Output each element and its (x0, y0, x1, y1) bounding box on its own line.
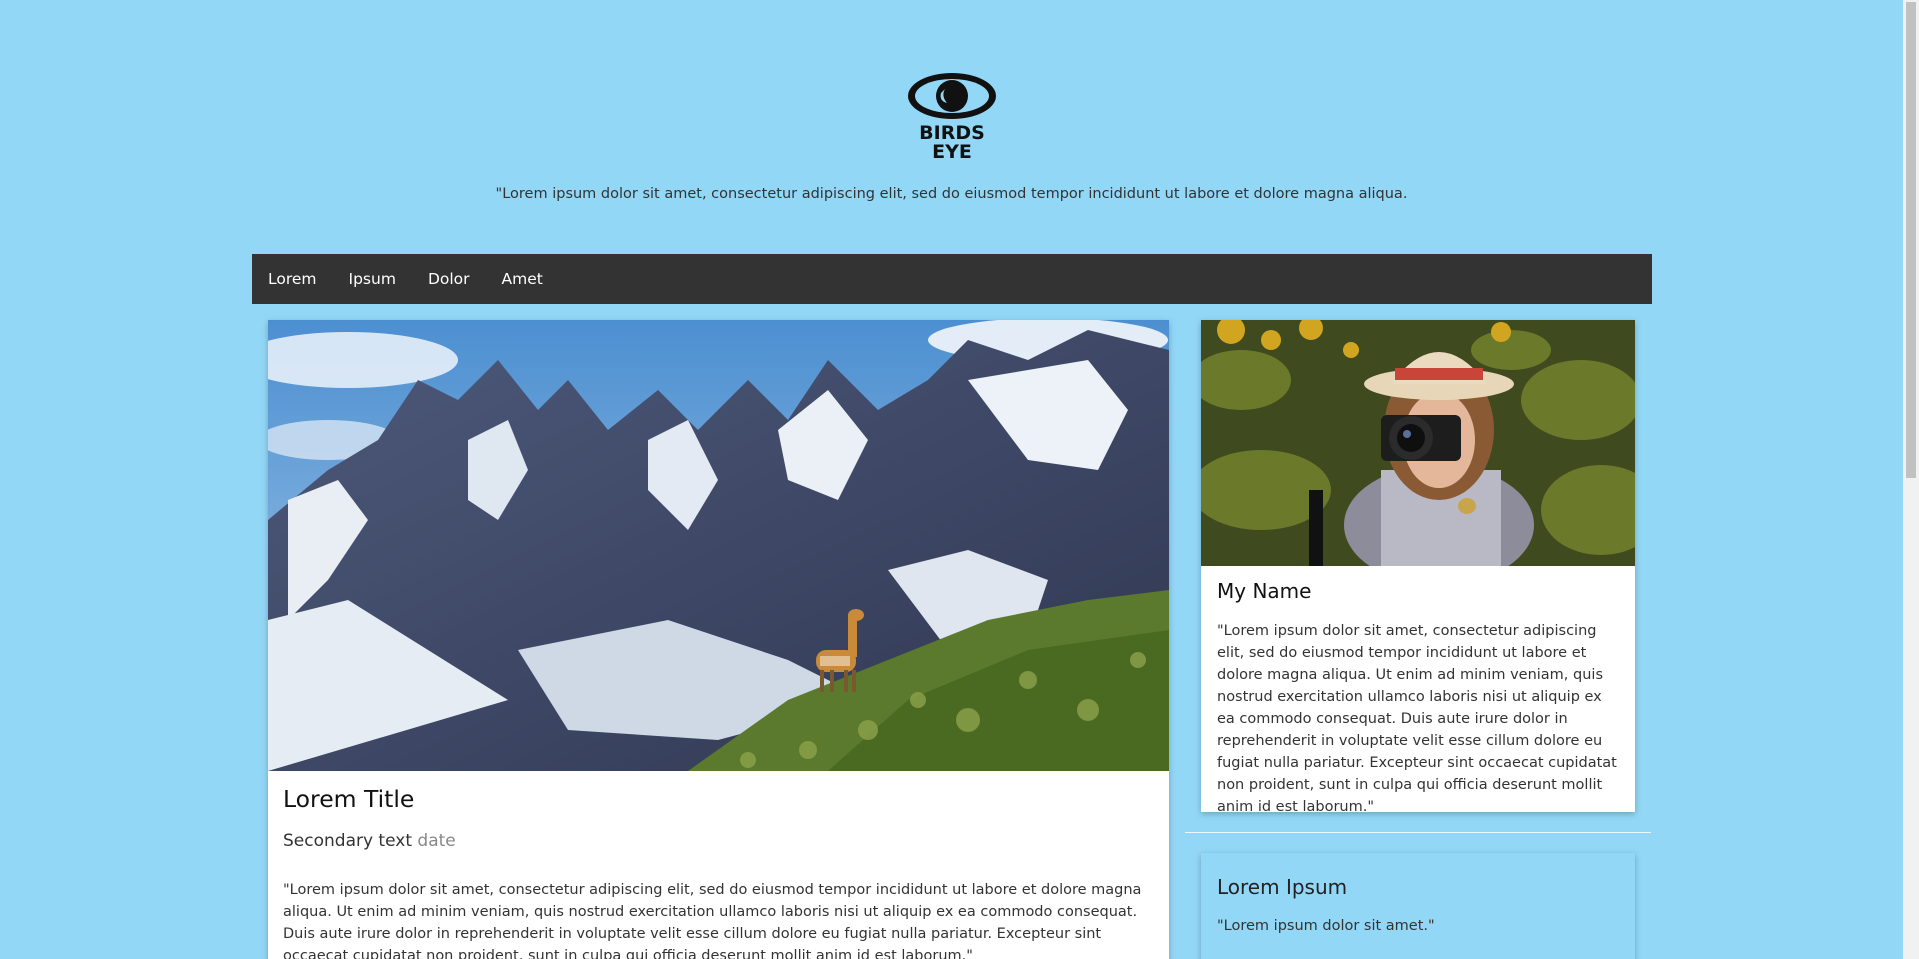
page: BIRDS EYE "Lorem ipsum dolor sit amet, c… (0, 0, 1903, 959)
page-scrollbar[interactable] (1903, 0, 1919, 959)
birds-eye-logo[interactable]: BIRDS EYE (905, 69, 999, 163)
profile-name: My Name (1217, 579, 1312, 603)
profile-card: My Name "Lorem ipsum dolor sit amet, con… (1201, 320, 1635, 815)
article-date: date (417, 831, 456, 851)
nav-item-amet[interactable]: Amet (502, 270, 559, 288)
article-body: "Lorem ipsum dolor sit amet, consectetur… (283, 882, 1142, 959)
sidebar-card: Lorem Ipsum "Lorem ipsum dolor sit amet.… (1201, 853, 1635, 959)
secondary-text: Secondary text (283, 831, 412, 851)
sidebar-divider (1185, 832, 1651, 833)
photographer-photo (1201, 320, 1635, 566)
svg-text:EYE: EYE (932, 141, 972, 161)
article-card: Lorem Title Secondary text date "Lorem i… (268, 320, 1169, 959)
scrollbar-thumb[interactable] (1906, 2, 1916, 478)
main-nav: Lorem Ipsum Dolor Amet (252, 254, 1652, 304)
nav-item-lorem[interactable]: Lorem (268, 270, 333, 288)
header-tagline: "Lorem ipsum dolor sit amet, consectetur… (495, 186, 1408, 202)
nav-item-dolor[interactable]: Dolor (428, 270, 486, 288)
mountain-llama-photo (268, 320, 1169, 771)
article-title: Lorem Title (283, 785, 415, 813)
eye-icon: BIRDS EYE (908, 73, 996, 163)
sidebar-card-text: "Lorem ipsum dolor sit amet." (1217, 918, 1435, 934)
sidebar-card-title: Lorem Ipsum (1217, 875, 1348, 899)
nav-item-ipsum[interactable]: Ipsum (349, 270, 412, 288)
article-meta: Secondary text date (283, 831, 456, 851)
profile-bio: "Lorem ipsum dolor sit amet, consectetur… (1217, 623, 1617, 815)
